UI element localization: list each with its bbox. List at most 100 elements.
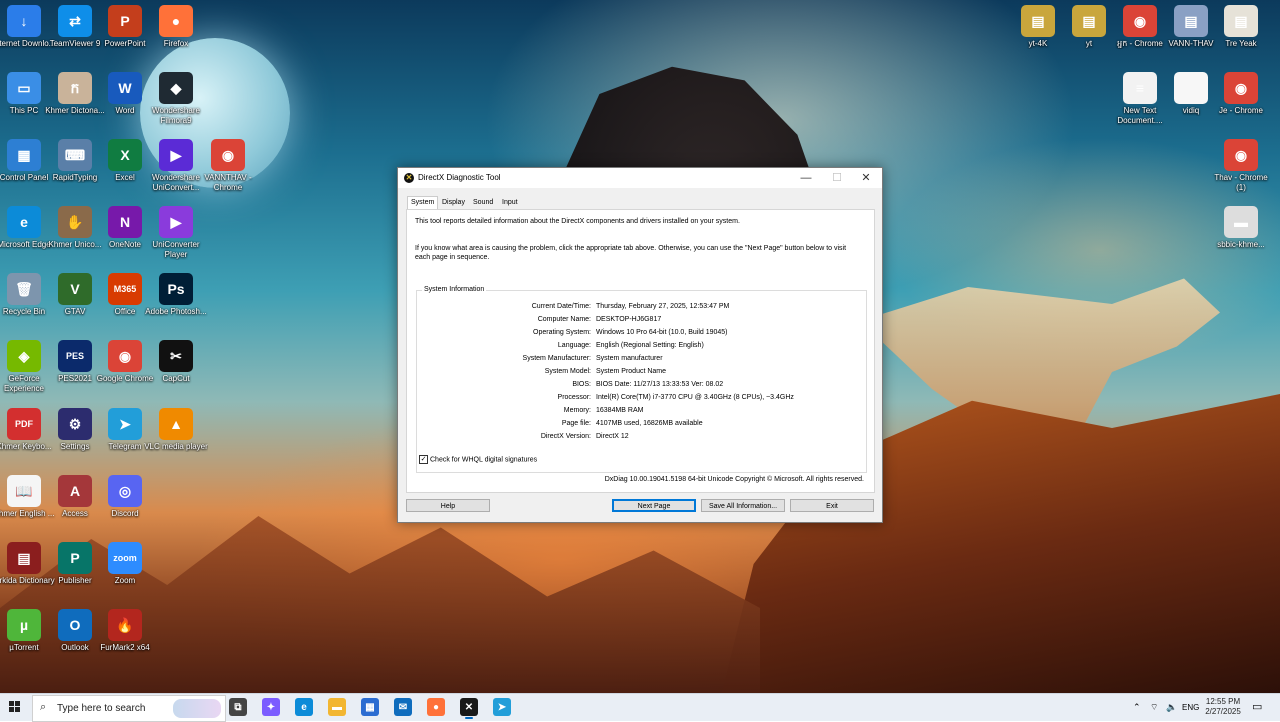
desktop-icon[interactable]: ◉ VANNTHAV - Chrome bbox=[196, 139, 260, 193]
system-tab-panel: This tool reports detailed information a… bbox=[406, 209, 875, 493]
system-info-value: DESKTOP-HJ6G817 bbox=[596, 316, 662, 323]
search-highlight-illustration bbox=[173, 699, 221, 718]
tab-sound[interactable]: Sound bbox=[471, 197, 495, 209]
mail-icon[interactable]: ✉ bbox=[394, 698, 412, 716]
onenote-icon: N bbox=[108, 206, 142, 238]
system-info-key: Language: bbox=[557, 342, 591, 349]
desktop-icon[interactable]: ▤ Tre Yeak bbox=[1209, 5, 1273, 49]
dxdiag-version-text: DxDiag 10.00.19041.5198 64-bit Unicode C… bbox=[604, 476, 864, 483]
desktop-icon-label: CapCut bbox=[162, 374, 190, 383]
this-pc-icon: ▭ bbox=[7, 72, 41, 104]
help-button[interactable]: Help bbox=[406, 499, 490, 512]
desktop-icon-label: Adobe Photosh... bbox=[145, 307, 207, 316]
system-info-key: Processor: bbox=[557, 394, 591, 401]
clock-date: 2/27/2025 bbox=[1205, 707, 1241, 716]
exit-button[interactable]: Exit bbox=[790, 499, 874, 512]
gtav-icon: V bbox=[58, 273, 92, 305]
desktop-icon[interactable]: 🔥 FurMark2 x64 bbox=[93, 609, 157, 653]
windows-logo-icon bbox=[15, 701, 20, 706]
whql-label: Check for WHQL digital signatures bbox=[430, 456, 538, 464]
folder-doc-icon: ▤ bbox=[1021, 5, 1055, 37]
firefox-icon[interactable]: ● bbox=[427, 698, 445, 716]
whql-checkbox[interactable]: ✓ Check for WHQL digital signatures bbox=[419, 455, 537, 464]
clock-time: 12:55 PM bbox=[1205, 697, 1241, 706]
search-box[interactable]: ⌕ Type here to search bbox=[32, 695, 226, 722]
minimize-button[interactable]: — bbox=[791, 168, 821, 188]
photoshop-icon: Ps bbox=[159, 273, 193, 305]
system-info-row: Processor: Intel(R) Core(TM) i7-3770 CPU … bbox=[417, 394, 866, 404]
desktop-icon-label: VANNTHAV - Chrome bbox=[204, 173, 252, 192]
chrome-icon: ◉ bbox=[1224, 139, 1258, 171]
save-all-information-button[interactable]: Save All Information... bbox=[701, 499, 785, 512]
rapidtyping-icon: ⌨ bbox=[58, 139, 92, 171]
clock[interactable]: 12:55 PM 2/27/2025 bbox=[1200, 697, 1246, 717]
desktop-icon-label: sbbic-khme... bbox=[1217, 240, 1265, 249]
desktop-icon[interactable]: ◎ Discord bbox=[93, 475, 157, 519]
word-icon: W bbox=[108, 72, 142, 104]
telegram-icon[interactable]: ➤ bbox=[493, 698, 511, 716]
system-info-row: Memory: 16384MB RAM bbox=[417, 407, 866, 417]
desktop-icon-label: UniConverter Player bbox=[152, 240, 200, 259]
zoom-icon: zoom bbox=[108, 542, 142, 574]
desktop-icon[interactable]: ● Firefox bbox=[144, 5, 208, 49]
tab-display[interactable]: Display bbox=[440, 197, 467, 209]
task-view-icon[interactable]: ⧉ bbox=[229, 698, 247, 716]
desktop-icon[interactable]: ▬ sbbic-khme... bbox=[1209, 206, 1273, 250]
tab-input[interactable]: Input bbox=[500, 197, 520, 209]
system-info-value: 16384MB RAM bbox=[596, 407, 644, 414]
network-icon[interactable]: ⌔ bbox=[1150, 702, 1158, 713]
uniconverter-icon: ▶ bbox=[159, 139, 193, 171]
khmer-unicode-icon: ✋ bbox=[58, 206, 92, 238]
telegram-icon: ➤ bbox=[108, 408, 142, 440]
folder-doc-icon: ▤ bbox=[1174, 5, 1208, 37]
desktop-icon-label: Zoom bbox=[114, 576, 136, 585]
text-document-icon: ≡ bbox=[1123, 72, 1157, 104]
notifications-icon[interactable]: ▭ bbox=[1252, 700, 1262, 713]
directx-icon[interactable]: ✕ bbox=[460, 698, 478, 719]
excel-icon: X bbox=[108, 139, 142, 171]
desktop-icon[interactable]: ◉ Thav - Chrome (1) bbox=[1209, 139, 1273, 193]
pes2021-icon: PES bbox=[58, 340, 92, 372]
file-explorer-icon[interactable]: ▬ bbox=[328, 698, 346, 716]
checkbox-check-icon[interactable]: ✓ bbox=[419, 455, 428, 464]
windows-logo-icon bbox=[9, 701, 14, 706]
chrome-icon: ◉ bbox=[211, 139, 245, 171]
desktop-icon[interactable]: Ps Adobe Photosh... bbox=[144, 273, 208, 317]
start-button[interactable] bbox=[9, 701, 21, 713]
system-info-key: DirectX Version: bbox=[540, 433, 591, 440]
system-info-row: System Manufacturer: System manufacturer bbox=[417, 355, 866, 365]
windows-logo-icon bbox=[9, 707, 14, 712]
outlook-icon: O bbox=[58, 609, 92, 641]
system-info-value: System Product Name bbox=[596, 368, 667, 375]
maximize-button[interactable]: ☐ bbox=[822, 168, 852, 188]
desktop-icon[interactable]: zoom Zoom bbox=[93, 542, 157, 586]
language-indicator[interactable]: ENG bbox=[1182, 703, 1199, 712]
close-button[interactable]: ✕ bbox=[851, 168, 881, 188]
desktop-icon[interactable]: ▲ VLC media player bbox=[144, 408, 208, 452]
desktop-icon-label: VLC media player bbox=[144, 442, 208, 451]
utorrent-icon: µ bbox=[7, 609, 41, 641]
idm-icon: ↓ bbox=[7, 5, 41, 37]
show-hidden-icons-icon[interactable]: ⌃ bbox=[1133, 702, 1141, 713]
chrome-icon: ◉ bbox=[1224, 72, 1258, 104]
intro-text: This tool reports detailed information a… bbox=[415, 218, 740, 225]
desktop-icon[interactable]: ✂ CapCut bbox=[144, 340, 208, 384]
desktop-icon-label: Tre Yeak bbox=[1225, 39, 1257, 48]
directx-icon: ✕ bbox=[404, 173, 414, 183]
khmer-english-icon: 📖 bbox=[7, 475, 41, 507]
desktop-icon[interactable]: ◉ Je - Chrome bbox=[1209, 72, 1273, 116]
copilot-icon[interactable]: ✦ bbox=[262, 698, 280, 716]
file-thumbnail-icon: ▬ bbox=[1224, 206, 1258, 238]
edge-icon[interactable]: e bbox=[295, 698, 313, 716]
tab-system[interactable]: System bbox=[407, 196, 439, 210]
desktop-icon[interactable]: ▶ UniConverter Player bbox=[144, 206, 208, 260]
system-info-key: Computer Name: bbox=[537, 316, 591, 323]
title-bar[interactable]: ✕ DirectX Diagnostic Tool — ☐ ✕ bbox=[398, 168, 882, 188]
system-info-row: DirectX Version: DirectX 12 bbox=[417, 433, 866, 443]
system-info-row: Language: English (Regional Setting: Engl… bbox=[417, 342, 866, 352]
publisher-icon: P bbox=[58, 542, 92, 574]
volume-icon[interactable]: 🔈 bbox=[1166, 702, 1177, 713]
next-page-button[interactable]: Next Page bbox=[612, 499, 696, 512]
desktop-icon[interactable]: ◆ Wondershare Filmora9 bbox=[144, 72, 208, 126]
microsoft-store-icon[interactable]: ▦ bbox=[361, 698, 379, 716]
